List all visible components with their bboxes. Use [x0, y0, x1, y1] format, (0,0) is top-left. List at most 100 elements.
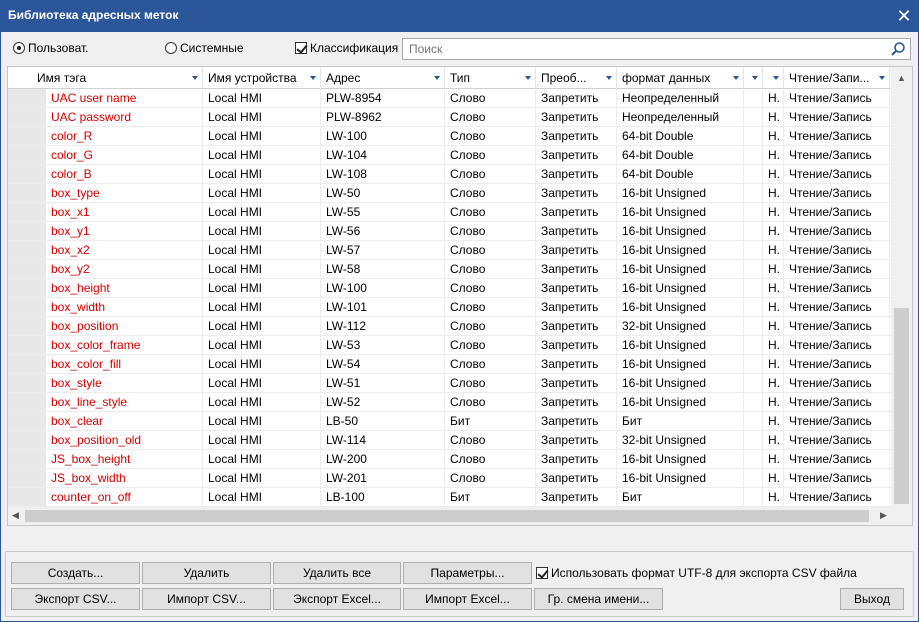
- cell-data-format[interactable]: 16-bit Unsigned: [617, 241, 744, 260]
- cell-address[interactable]: LW-55: [321, 203, 445, 222]
- radio-system[interactable]: Системные: [165, 41, 244, 55]
- cell-read-write[interactable]: Чтение/Запись: [784, 469, 890, 488]
- cell-address[interactable]: LW-108: [321, 165, 445, 184]
- cell-data-format[interactable]: 16-bit Unsigned: [617, 279, 744, 298]
- cell-tag-name[interactable]: box_x1: [46, 203, 203, 222]
- cell-conversion[interactable]: Запретить: [536, 317, 617, 336]
- cell-data-format[interactable]: 16-bit Unsigned: [617, 393, 744, 412]
- cell-device-name[interactable]: Local HMI: [203, 260, 321, 279]
- import-csv-button[interactable]: Импорт CSV...: [142, 588, 271, 610]
- cell-conversion[interactable]: Запретить: [536, 184, 617, 203]
- cell-address[interactable]: LW-100: [321, 127, 445, 146]
- cell-address[interactable]: LW-104: [321, 146, 445, 165]
- cell-blank[interactable]: [744, 108, 763, 127]
- cell-narrow[interactable]: Н.: [763, 317, 784, 336]
- cell-device-name[interactable]: Local HMI: [203, 241, 321, 260]
- cell-data-format[interactable]: 16-bit Unsigned: [617, 298, 744, 317]
- cell-type[interactable]: Слово: [445, 222, 536, 241]
- create-button[interactable]: Создать...: [11, 562, 140, 584]
- header-col-conversion[interactable]: Преоб...: [536, 67, 617, 89]
- cell-data-format[interactable]: Бит: [617, 488, 744, 507]
- cell-address[interactable]: LW-53: [321, 336, 445, 355]
- radio-system-indicator[interactable]: [165, 42, 177, 54]
- cell-conversion[interactable]: Запретить: [536, 89, 617, 108]
- cell-conversion[interactable]: Запретить: [536, 298, 617, 317]
- magnifier-icon[interactable]: [890, 41, 906, 57]
- cell-blank[interactable]: [744, 450, 763, 469]
- cell-conversion[interactable]: Запретить: [536, 165, 617, 184]
- cell-device-name[interactable]: Local HMI: [203, 355, 321, 374]
- classification-checkbox[interactable]: Классификация: [295, 41, 398, 55]
- header-col-data-format[interactable]: формат данных: [617, 67, 744, 89]
- radio-user[interactable]: Пользоват.: [13, 41, 88, 55]
- cell-type[interactable]: Слово: [445, 146, 536, 165]
- cell-tag-name[interactable]: box_color_frame: [46, 336, 203, 355]
- cell-data-format[interactable]: 64-bit Double: [617, 127, 744, 146]
- cell-address[interactable]: LW-50: [321, 184, 445, 203]
- cell-address[interactable]: LW-54: [321, 355, 445, 374]
- cell-tag-name[interactable]: color_R: [46, 127, 203, 146]
- cell-type[interactable]: Слово: [445, 469, 536, 488]
- sort-dropdown-icon[interactable]: [192, 76, 198, 80]
- scroll-right-icon[interactable]: ▶: [880, 510, 887, 521]
- cell-read-write[interactable]: Чтение/Запись: [784, 374, 890, 393]
- cell-conversion[interactable]: Запретить: [536, 469, 617, 488]
- table-row[interactable]: color_B Local HMI LW-108 Слово Запретить 64-b…: [8, 165, 892, 184]
- cell-address[interactable]: PLW-8954: [321, 89, 445, 108]
- cell-device-name[interactable]: Local HMI: [203, 298, 321, 317]
- cell-blank[interactable]: [744, 431, 763, 450]
- cell-type[interactable]: Слово: [445, 127, 536, 146]
- cell-read-write[interactable]: Чтение/Запись: [784, 222, 890, 241]
- cell-address[interactable]: PLW-8962: [321, 108, 445, 127]
- cell-type[interactable]: Слово: [445, 355, 536, 374]
- cell-narrow[interactable]: Н.: [763, 260, 784, 279]
- cell-data-format[interactable]: 16-bit Unsigned: [617, 260, 744, 279]
- cell-data-format[interactable]: 16-bit Unsigned: [617, 336, 744, 355]
- cell-blank[interactable]: [744, 260, 763, 279]
- cell-type[interactable]: Слово: [445, 279, 536, 298]
- vertical-scroll-thumb[interactable]: [894, 308, 909, 504]
- cell-narrow[interactable]: Н.: [763, 241, 784, 260]
- cell-tag-name[interactable]: box_x2: [46, 241, 203, 260]
- cell-type[interactable]: Слово: [445, 89, 536, 108]
- cell-type[interactable]: Слово: [445, 374, 536, 393]
- cell-device-name[interactable]: Local HMI: [203, 336, 321, 355]
- header-col-type[interactable]: Тип: [445, 67, 536, 89]
- table-row[interactable]: box_width Local HMI LW-101 Слово Запретить 16…: [8, 298, 892, 317]
- table-row[interactable]: box_line_style Local HMI LW-52 Слово Запрети…: [8, 393, 892, 412]
- cell-blank[interactable]: [744, 146, 763, 165]
- table-row[interactable]: box_color_frame Local HMI LW-53 Слово Запрет…: [8, 336, 892, 355]
- cell-type[interactable]: Слово: [445, 450, 536, 469]
- cell-tag-name[interactable]: box_type: [46, 184, 203, 203]
- cell-type[interactable]: Слово: [445, 203, 536, 222]
- cell-read-write[interactable]: Чтение/Запись: [784, 279, 890, 298]
- cell-blank[interactable]: [744, 355, 763, 374]
- cell-read-write[interactable]: Чтение/Запись: [784, 393, 890, 412]
- cell-read-write[interactable]: Чтение/Запись: [784, 355, 890, 374]
- cell-read-write[interactable]: Чтение/Запись: [784, 89, 890, 108]
- cell-address[interactable]: LW-57: [321, 241, 445, 260]
- cell-conversion[interactable]: Запретить: [536, 146, 617, 165]
- cell-type[interactable]: Бит: [445, 412, 536, 431]
- delete-button[interactable]: Удалить: [142, 562, 271, 584]
- cell-conversion[interactable]: Запретить: [536, 355, 617, 374]
- cell-conversion[interactable]: Запретить: [536, 241, 617, 260]
- cell-address[interactable]: LW-200: [321, 450, 445, 469]
- cell-narrow[interactable]: Н.: [763, 412, 784, 431]
- vertical-scrollbar[interactable]: ▲: [891, 67, 912, 507]
- cell-read-write[interactable]: Чтение/Запись: [784, 450, 890, 469]
- sort-dropdown-icon[interactable]: [752, 76, 758, 80]
- cell-narrow[interactable]: Н.: [763, 469, 784, 488]
- table-row[interactable]: box_y2 Local HMI LW-58 Слово Запретить 16-bit…: [8, 260, 892, 279]
- cell-read-write[interactable]: Чтение/Запись: [784, 146, 890, 165]
- cell-narrow[interactable]: Н.: [763, 393, 784, 412]
- horizontal-scrollbar[interactable]: ◀ ▶: [8, 507, 893, 525]
- cell-tag-name[interactable]: box_width: [46, 298, 203, 317]
- cell-device-name[interactable]: Local HMI: [203, 184, 321, 203]
- cell-type[interactable]: Слово: [445, 165, 536, 184]
- cell-device-name[interactable]: Local HMI: [203, 469, 321, 488]
- cell-device-name[interactable]: Local HMI: [203, 317, 321, 336]
- cell-read-write[interactable]: Чтение/Запись: [784, 260, 890, 279]
- params-button[interactable]: Параметры...: [403, 562, 532, 584]
- export-csv-button[interactable]: Экспорт CSV...: [11, 588, 140, 610]
